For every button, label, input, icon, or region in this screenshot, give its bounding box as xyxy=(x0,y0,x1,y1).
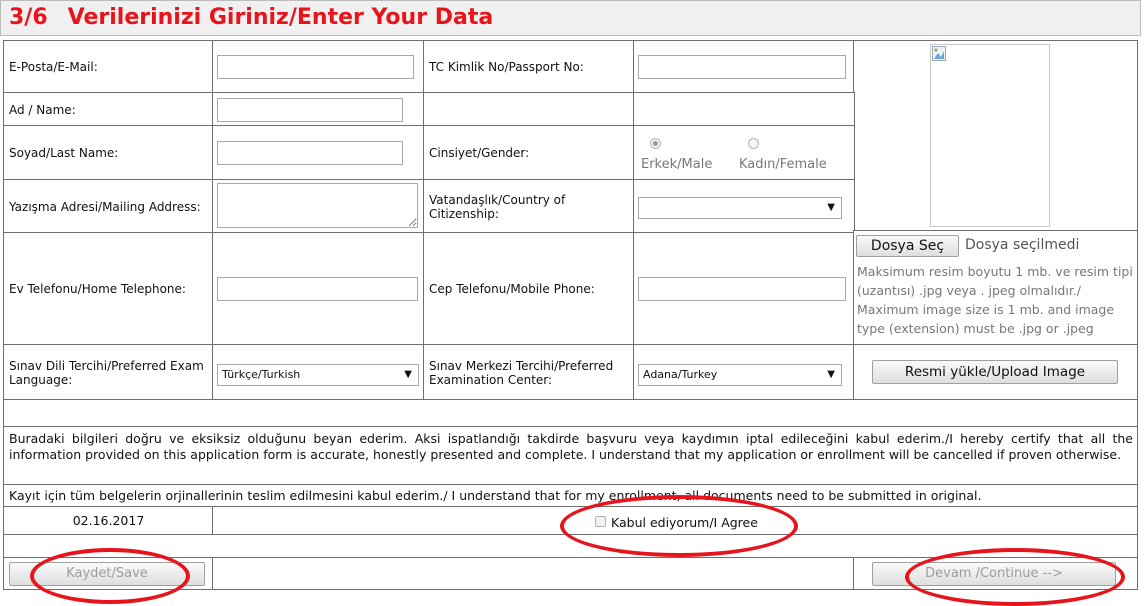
home-phone-label: Ev Telefonu/Home Telephone: xyxy=(3,232,214,346)
dropdown-arrow-icon: ▼ xyxy=(827,369,835,380)
save-cell: Kaydet/Save xyxy=(3,557,214,590)
home-phone-input[interactable] xyxy=(217,277,418,301)
exam-center-cell: Adana/Turkey ▼ xyxy=(633,344,855,401)
step-indicator: 3/6 xyxy=(9,5,48,30)
citizenship-label: Vatandaşlık/Country of Citizenship: xyxy=(423,179,635,234)
gender-female-radio[interactable] xyxy=(748,138,759,149)
dropdown-arrow-icon: ▼ xyxy=(404,369,412,380)
citizenship-cell: ▼ xyxy=(633,179,855,234)
surname-cell xyxy=(212,125,425,181)
exam-language-cell: Türkçe/Turkish ▼ xyxy=(212,344,425,401)
name-input[interactable] xyxy=(217,98,403,122)
tc-input[interactable] xyxy=(638,55,846,79)
name-cell xyxy=(212,92,425,127)
email-input[interactable] xyxy=(217,55,414,79)
mobile-input[interactable] xyxy=(638,277,846,301)
agree-label[interactable]: Kabul ediyorum/I Agree xyxy=(611,515,758,530)
gender-male-label: Erkek/Male xyxy=(641,157,713,172)
broken-image-icon xyxy=(932,46,946,61)
empty-cell xyxy=(212,557,855,590)
surname-input[interactable] xyxy=(217,141,403,165)
citizenship-select[interactable]: ▼ xyxy=(638,197,842,219)
mobile-label: Cep Telefonu/Mobile Phone: xyxy=(423,232,635,346)
address-cell xyxy=(212,179,425,234)
spacer-row xyxy=(3,399,1138,428)
email-label: E-Posta/E-Mail: xyxy=(3,40,214,94)
exam-center-value: Adana/Turkey xyxy=(643,368,718,381)
spacer-row xyxy=(3,534,1138,559)
choose-file-button[interactable]: Dosya Seç xyxy=(856,235,959,257)
declaration-statement: Buradaki bilgileri doğru ve eksiksiz old… xyxy=(3,426,1138,486)
email-cell xyxy=(212,40,425,94)
empty-cell xyxy=(423,92,635,127)
empty-cell xyxy=(633,92,855,127)
continue-cell: Devam /Continue --> xyxy=(853,557,1138,590)
home-phone-cell xyxy=(212,232,425,346)
gender-cell: Erkek/Male Kadın/Female xyxy=(633,125,855,181)
gender-male-radio[interactable] xyxy=(650,138,661,149)
photo-preview xyxy=(930,44,1050,227)
exam-center-label: Sınav Merkezi Tercihi/Preferred Examinat… xyxy=(423,344,635,401)
exam-language-value: Türkçe/Turkish xyxy=(222,368,301,381)
gender-label: Cinsiyet/Gender: xyxy=(423,125,635,181)
mobile-cell xyxy=(633,232,855,346)
date-text: 02.16.2017 xyxy=(3,506,214,536)
name-label: Ad / Name: xyxy=(3,92,214,127)
upload-image-button[interactable]: Resmi yükle/Upload Image xyxy=(872,360,1118,384)
continue-button[interactable]: Devam /Continue --> xyxy=(872,562,1116,586)
page-title: 3/6 Verilerinizi Giriniz/Enter Your Data xyxy=(0,0,1141,36)
tc-label: TC Kimlik No/Passport No: xyxy=(423,40,635,94)
save-button[interactable]: Kaydet/Save xyxy=(9,562,205,586)
upload-note: Maksimum resim boyutu 1 mb. ve resim tip… xyxy=(857,264,1133,336)
agree-checkbox[interactable] xyxy=(595,516,606,527)
photo-cell xyxy=(853,40,1138,232)
surname-label: Soyad/Last Name: xyxy=(3,125,214,181)
upload-cell: Dosya Seç Dosya seçilmedi Maksimum resim… xyxy=(853,230,1138,346)
address-textarea[interactable] xyxy=(217,183,418,228)
exam-center-select[interactable]: Adana/Turkey ▼ xyxy=(638,364,842,386)
no-file-text: Dosya seçilmedi xyxy=(965,237,1080,253)
exam-language-label: Sınav Dili Tercihi/Preferred Exam Langua… xyxy=(3,344,214,401)
dropdown-arrow-icon: ▼ xyxy=(827,202,835,213)
exam-language-select[interactable]: Türkçe/Turkish ▼ xyxy=(217,364,419,386)
originals-statement: Kayıt için tüm belgelerin orjinallerinin… xyxy=(3,484,1138,508)
address-label: Yazışma Adresi/Mailing Address: xyxy=(3,179,214,234)
page-heading: Verilerinizi Giriniz/Enter Your Data xyxy=(67,5,494,30)
tc-cell xyxy=(633,40,855,94)
gender-female-label: Kadın/Female xyxy=(739,157,827,172)
upload-button-cell: Resmi yükle/Upload Image xyxy=(853,344,1138,401)
agree-cell: Kabul ediyorum/I Agree xyxy=(212,506,1138,536)
